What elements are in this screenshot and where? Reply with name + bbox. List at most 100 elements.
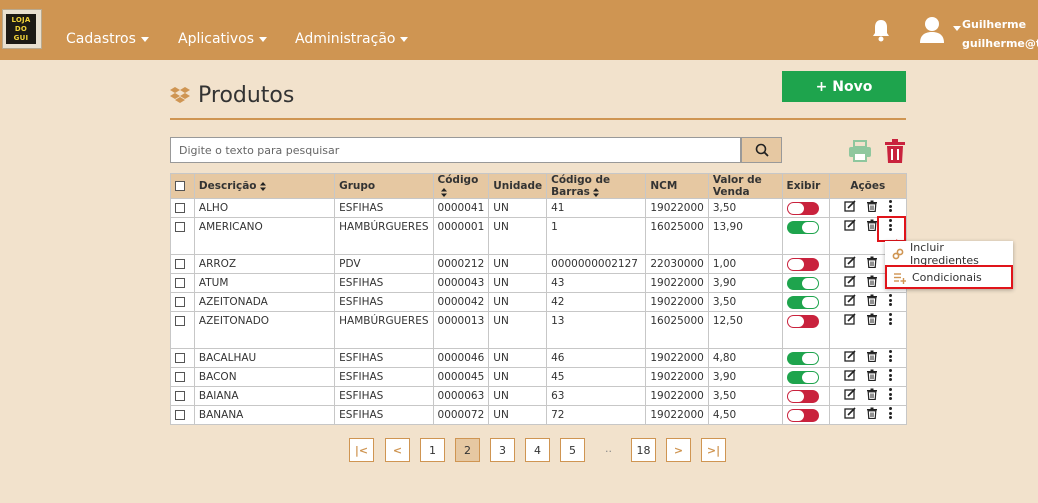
menu-item-incluir-ingredientes[interactable]: Incluir Ingredientes (885, 241, 1013, 267)
exibir-toggle[interactable] (786, 370, 819, 384)
nav-aplicativos[interactable]: Aplicativos (178, 31, 268, 47)
table-row: BAIANA ESFIHAS 0000063 UN 63 19022000 3,50 (170, 386, 908, 406)
cell-codigo-barras: 13 (546, 311, 647, 349)
nav-administracao[interactable]: Administração (295, 31, 409, 47)
page-5-button[interactable]: 5 (560, 438, 585, 462)
select-all-checkbox[interactable] (175, 181, 185, 191)
cell-codigo-barras: 45 (546, 367, 647, 387)
edit-icon[interactable] (844, 407, 856, 419)
search-button[interactable] (741, 137, 782, 163)
new-product-button[interactable]: + Novo (782, 71, 906, 102)
delete-selected-trash-icon[interactable] (884, 139, 906, 163)
page-last-button[interactable]: >| (701, 438, 726, 462)
page-3-button[interactable]: 3 (490, 438, 515, 462)
more-options-icon[interactable] (888, 350, 892, 362)
cell-ncm: 19022000 (645, 198, 709, 218)
row-select-cell (170, 348, 195, 368)
cell-descricao: BACALHAU (193, 348, 336, 368)
col-descricao-label: Descrição (198, 180, 257, 192)
more-options-icon[interactable] (888, 388, 892, 400)
edit-icon[interactable] (844, 388, 856, 400)
trash-icon[interactable] (866, 219, 878, 231)
exibir-toggle[interactable] (786, 314, 819, 328)
search-input[interactable] (170, 137, 741, 163)
page-prev-button[interactable]: < (385, 438, 410, 462)
print-icon[interactable] (848, 140, 872, 162)
store-logo[interactable]: LOJA DO GUI (2, 9, 42, 49)
user-name: Guilherme (962, 18, 1027, 31)
nav-cadastros[interactable]: Cadastros (66, 31, 149, 47)
table-row: BANANA ESFIHAS 0000072 UN 72 19022000 4,50 (170, 405, 908, 425)
exibir-toggle[interactable] (786, 257, 819, 271)
exibir-toggle[interactable] (786, 351, 819, 365)
edit-icon[interactable] (844, 313, 856, 325)
trash-icon[interactable] (866, 407, 878, 419)
exibir-toggle[interactable] (786, 220, 819, 234)
trash-icon[interactable] (866, 256, 878, 268)
edit-icon[interactable] (844, 350, 856, 362)
cell-codigo: 0000212 (432, 254, 490, 274)
page-18-button[interactable]: 18 (631, 438, 656, 462)
toggle-knob (787, 258, 804, 270)
edit-icon[interactable] (844, 200, 856, 212)
menu-item-condicionais[interactable]: Condicionais (885, 265, 1013, 289)
row-checkbox[interactable] (175, 410, 185, 420)
exibir-toggle[interactable] (786, 276, 819, 290)
trash-icon[interactable] (866, 294, 878, 306)
row-select-cell (170, 292, 195, 312)
cell-descricao: ATUM (193, 273, 336, 293)
page-4-button[interactable]: 4 (525, 438, 550, 462)
edit-icon[interactable] (844, 219, 856, 231)
user-menu-chevron-icon[interactable] (953, 26, 961, 31)
exibir-toggle[interactable] (786, 201, 819, 215)
col-descricao[interactable]: Descrição (193, 173, 336, 199)
logo-line-1: LOJA (11, 16, 31, 24)
trash-icon[interactable] (866, 275, 878, 287)
cell-exibir (781, 311, 830, 349)
page-1-button[interactable]: 1 (420, 438, 445, 462)
dropbox-boxes-icon (170, 87, 190, 103)
more-options-icon[interactable] (888, 200, 892, 212)
more-options-icon[interactable] (888, 294, 892, 306)
trash-icon[interactable] (866, 200, 878, 212)
cell-ncm: 22030000 (645, 254, 709, 274)
table-row: AZEITONADA ESFIHAS 0000042 UN 42 19022000 3,50 (170, 292, 908, 312)
cell-valor-venda: 1,00 (707, 254, 783, 274)
edit-icon[interactable] (844, 275, 856, 287)
more-options-icon[interactable] (888, 407, 892, 419)
edit-icon[interactable] (844, 294, 856, 306)
page-next-button[interactable]: > (666, 438, 691, 462)
row-checkbox[interactable] (175, 259, 185, 269)
cell-valor-venda: 3,50 (707, 292, 783, 312)
col-codigo[interactable]: Código (432, 173, 490, 199)
trash-icon[interactable] (866, 369, 878, 381)
more-options-icon[interactable] (888, 369, 892, 381)
row-checkbox[interactable] (175, 297, 185, 307)
more-options-icon[interactable] (888, 313, 892, 325)
row-checkbox[interactable] (175, 353, 185, 363)
cell-acoes (828, 198, 908, 218)
edit-icon[interactable] (844, 256, 856, 268)
exibir-toggle[interactable] (786, 295, 819, 309)
exibir-toggle[interactable] (786, 389, 819, 403)
bell-icon[interactable] (871, 18, 891, 42)
row-checkbox[interactable] (175, 278, 185, 288)
cell-codigo-barras: 41 (546, 198, 647, 218)
row-checkbox[interactable] (175, 391, 185, 401)
row-checkbox[interactable] (175, 222, 185, 232)
row-checkbox[interactable] (175, 372, 185, 382)
cell-codigo: 0000046 (432, 348, 490, 368)
trash-icon[interactable] (866, 350, 878, 362)
trash-icon[interactable] (866, 388, 878, 400)
cell-codigo-barras: 42 (546, 292, 647, 312)
row-checkbox[interactable] (175, 316, 185, 326)
trash-icon[interactable] (866, 313, 878, 325)
cell-valor-venda: 3,90 (707, 273, 783, 293)
user-avatar-icon[interactable] (919, 16, 945, 44)
edit-icon[interactable] (844, 369, 856, 381)
page-first-button[interactable]: |< (349, 438, 374, 462)
exibir-toggle[interactable] (786, 408, 819, 422)
page-2-button[interactable]: 2 (455, 438, 480, 462)
row-checkbox[interactable] (175, 203, 185, 213)
col-codigo-barras[interactable]: Código de Barras (546, 173, 647, 199)
